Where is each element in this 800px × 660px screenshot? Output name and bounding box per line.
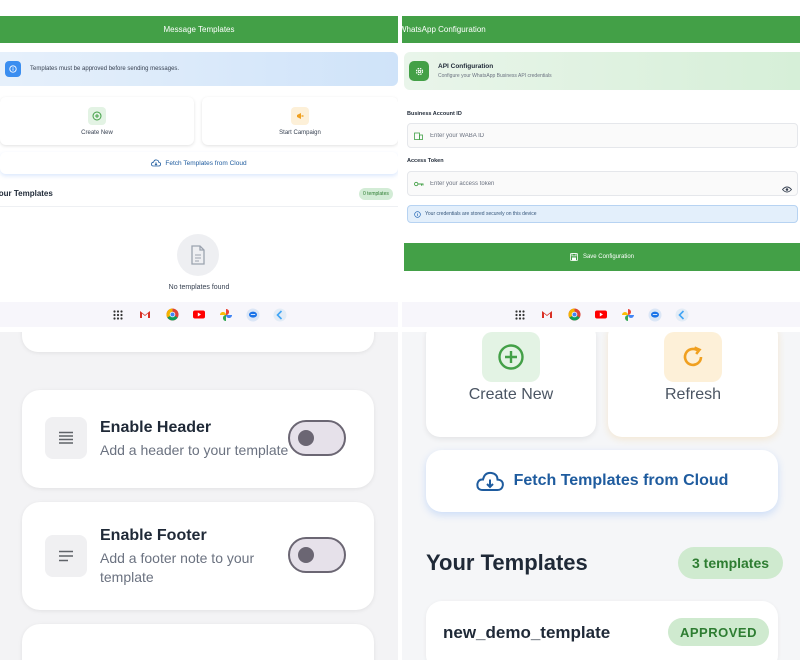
- template-row[interactable]: new_demo_template APPROVED: [426, 601, 778, 660]
- apps-grid-icon[interactable]: [513, 308, 527, 322]
- template-count-badge: 3 templates: [678, 547, 784, 579]
- messages-icon[interactable]: [246, 308, 260, 322]
- system-taskbar: [402, 302, 800, 327]
- app-bar: WhatsApp Configuration: [402, 16, 800, 43]
- business-icon: [414, 132, 424, 140]
- toggle-knob: [298, 547, 314, 563]
- flutter-icon[interactable]: [273, 308, 287, 322]
- photos-icon[interactable]: [621, 308, 635, 322]
- chrome-icon[interactable]: [567, 308, 581, 322]
- page-title: WhatsApp Configuration: [402, 25, 486, 34]
- add-circle-icon: [482, 332, 540, 382]
- start-campaign-card[interactable]: Start Campaign: [202, 97, 398, 145]
- create-new-card[interactable]: Create New: [0, 97, 194, 145]
- enable-footer-subtitle: Add a footer note to your template: [100, 550, 255, 585]
- enable-footer-card: Enable Footer Add a footer note to your …: [22, 502, 374, 610]
- template-count-badge: 0 templates: [359, 188, 393, 200]
- megaphone-icon: [291, 106, 309, 125]
- start-campaign-label: Start Campaign: [279, 129, 321, 136]
- add-circle-icon: [88, 106, 106, 125]
- cloud-download-icon: [151, 159, 162, 167]
- template-name: new_demo_template: [443, 623, 611, 642]
- messages-icon[interactable]: [648, 308, 662, 322]
- secure-storage-note: Your credentials are stored securely on …: [407, 205, 798, 223]
- refresh-label: Refresh: [664, 386, 722, 403]
- app-bar: Message Templates: [0, 16, 398, 43]
- create-new-label: Create New: [81, 129, 113, 136]
- save-configuration-label: Save Configuration: [582, 254, 635, 260]
- secure-note-text: Your credentials are stored securely on …: [425, 211, 537, 217]
- key-icon: [414, 181, 424, 187]
- page-title: Message Templates: [163, 25, 235, 34]
- template-options-screen: Enable Header Add a header to your templ…: [0, 332, 398, 660]
- info-icon: [5, 61, 21, 77]
- api-configuration-banner: API Configuration Configure your WhatsAp…: [404, 52, 800, 90]
- your-templates-heading: Your Templates: [0, 189, 53, 198]
- enable-footer-toggle[interactable]: [288, 537, 346, 573]
- business-account-label: Business Account ID: [407, 111, 462, 117]
- enable-header-card: Enable Header Add a header to your templ…: [22, 390, 374, 488]
- message-templates-screen: Message Templates Templates must be appr…: [0, 0, 398, 327]
- cloud-download-icon: [475, 471, 504, 491]
- empty-state-title: No templates found: [168, 284, 230, 291]
- align-left-icon: [45, 535, 87, 577]
- access-token-label: Access Token: [407, 158, 444, 164]
- fetch-templates-button[interactable]: Fetch Templates from Cloud: [426, 450, 778, 512]
- previous-card: [22, 332, 374, 352]
- info-icon: [414, 210, 421, 218]
- enable-footer-title: Enable Footer: [100, 527, 207, 544]
- status-bar-icons: [386, 9, 398, 15]
- youtube-icon[interactable]: [192, 308, 206, 322]
- fetch-templates-label: Fetch Templates from Cloud: [513, 472, 729, 489]
- access-token-input[interactable]: [430, 180, 760, 187]
- gmail-icon[interactable]: [138, 308, 152, 322]
- gear-icon: [409, 61, 429, 81]
- enable-header-title: Enable Header: [100, 419, 212, 436]
- save-icon: [570, 253, 578, 261]
- info-banner-text: Templates must be approved before sendin…: [30, 66, 180, 72]
- status-bar-left-icon: [0, 9, 2, 15]
- chrome-icon[interactable]: [165, 308, 179, 322]
- api-banner-title: API Configuration: [438, 63, 494, 70]
- document-icon: [177, 234, 219, 276]
- create-new-card[interactable]: Create New: [426, 332, 596, 437]
- save-configuration-button[interactable]: Save Configuration: [404, 243, 800, 271]
- approval-info-banner: Templates must be approved before sendin…: [0, 52, 398, 86]
- gmail-icon[interactable]: [540, 308, 554, 322]
- photos-icon[interactable]: [219, 308, 233, 322]
- templates-list-screen: Create New Refresh Fetch Templates from …: [402, 332, 800, 660]
- enable-header-subtitle: Add a header to your template: [100, 442, 289, 458]
- enable-header-toggle[interactable]: [288, 420, 346, 456]
- refresh-icon: [664, 332, 722, 382]
- flutter-icon[interactable]: [675, 308, 689, 322]
- refresh-card[interactable]: Refresh: [608, 332, 778, 437]
- waba-id-input[interactable]: [430, 132, 760, 139]
- toggle-knob: [298, 430, 314, 446]
- youtube-icon[interactable]: [594, 308, 608, 322]
- status-badge: APPROVED: [668, 618, 769, 646]
- system-taskbar: [0, 302, 398, 327]
- your-templates-heading: Your Templates: [426, 550, 588, 575]
- access-token-field-wrapper: [407, 171, 798, 196]
- divider: [0, 206, 398, 207]
- fetch-templates-button[interactable]: Fetch Templates from Cloud: [0, 152, 398, 174]
- next-option-card: [22, 624, 374, 660]
- waba-id-field-wrapper: [407, 123, 798, 148]
- status-bar-icons: [784, 9, 797, 15]
- fetch-templates-label: Fetch Templates from Cloud: [165, 159, 247, 167]
- api-banner-subtitle: Configure your WhatsApp Business API cre…: [438, 73, 552, 79]
- create-new-label: Create New: [468, 386, 554, 403]
- eye-icon[interactable]: [781, 180, 793, 198]
- align-justify-icon: [45, 417, 87, 459]
- whatsapp-configuration-screen: WhatsApp Configuration API Configuration…: [402, 0, 800, 327]
- apps-grid-icon[interactable]: [111, 308, 125, 322]
